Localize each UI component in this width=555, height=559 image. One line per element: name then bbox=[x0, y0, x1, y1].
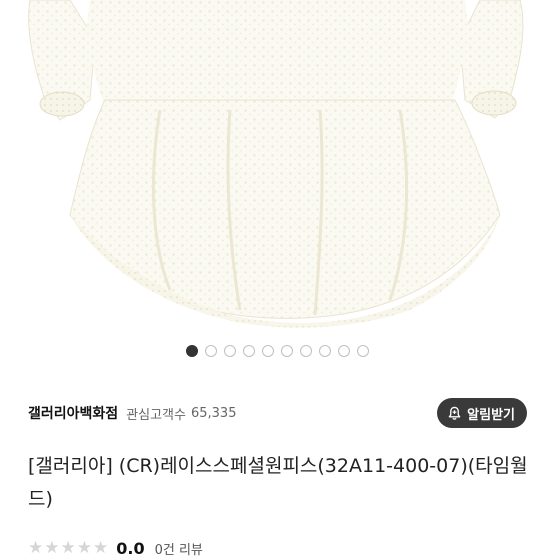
dress-illustration bbox=[28, 0, 524, 328]
carousel-dot[interactable] bbox=[262, 345, 274, 357]
star-icon: ★ bbox=[76, 537, 92, 558]
follower-label: 관심고객수 bbox=[126, 407, 186, 423]
product-title: [갤러리아] (CR)레이스스페셜원피스(32A11-400-07)(타임월드) bbox=[28, 455, 528, 510]
carousel-dot[interactable] bbox=[224, 345, 236, 357]
carousel-dot[interactable] bbox=[338, 345, 350, 357]
follower-count: 65,335 bbox=[190, 405, 237, 421]
seller-row: 갤러리아백화점 관심고객수 65,335 알림받기 bbox=[28, 396, 527, 430]
carousel-dot[interactable] bbox=[357, 345, 369, 357]
carousel-dot[interactable] bbox=[205, 345, 217, 357]
rating-stars: ★ ★ ★ ★ ★ bbox=[28, 537, 109, 558]
carousel-dot[interactable] bbox=[300, 345, 312, 357]
seller-name[interactable]: 갤러리아백화점 bbox=[28, 403, 118, 423]
rating-row[interactable]: ★ ★ ★ ★ ★ 0.0 0건 리뷰 bbox=[28, 537, 203, 559]
carousel-dot[interactable] bbox=[281, 345, 293, 357]
star-icon: ★ bbox=[44, 537, 60, 558]
alarm-button-label: 알림받기 bbox=[467, 407, 515, 423]
product-image[interactable] bbox=[0, 0, 555, 335]
bell-plus-icon bbox=[447, 406, 462, 421]
star-icon: ★ bbox=[60, 537, 76, 558]
star-icon: ★ bbox=[28, 537, 44, 558]
image-carousel-dots bbox=[0, 343, 555, 359]
carousel-dot[interactable] bbox=[186, 345, 198, 357]
carousel-dot[interactable] bbox=[319, 345, 331, 357]
alarm-subscribe-button[interactable]: 알림받기 bbox=[437, 398, 527, 428]
star-icon: ★ bbox=[93, 537, 109, 558]
carousel-dot[interactable] bbox=[243, 345, 255, 357]
